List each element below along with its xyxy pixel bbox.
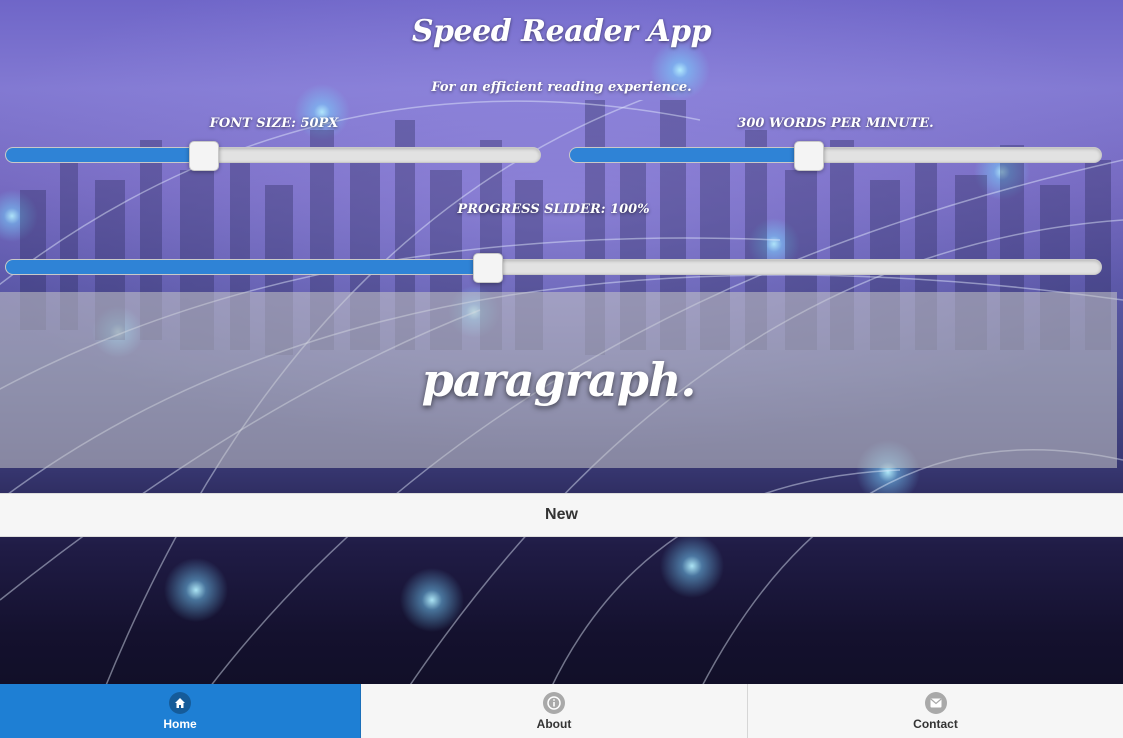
app-title: Speed Reader App — [411, 14, 712, 49]
bottom-navbar: Home About Contact — [0, 684, 1123, 738]
app-header: Speed Reader App — [0, 14, 1123, 49]
nav-item-contact[interactable]: Contact — [748, 684, 1123, 738]
home-icon — [169, 691, 191, 714]
progress-slider-thumb[interactable] — [472, 253, 503, 283]
app-subtitle: For an efficient reading experience. — [431, 80, 692, 95]
info-icon — [543, 691, 565, 714]
font-size-slider-fill — [6, 148, 204, 162]
wpm-label: 300 WORDS PER MINUTE. — [737, 116, 934, 131]
font-size-slider[interactable] — [5, 141, 541, 171]
word-display-panel: paragraph. — [0, 292, 1117, 468]
nav-home-label: Home — [163, 716, 197, 731]
progress-label: PROGRESS SLIDER: 100% — [457, 202, 650, 217]
nav-about-label: About — [536, 716, 572, 731]
font-size-label: FONT SIZE: 50PX — [209, 116, 339, 131]
progress-slider[interactable] — [5, 253, 1102, 283]
wpm-slider-fill — [570, 148, 809, 162]
wpm-slider-thumb[interactable] — [793, 141, 824, 171]
nav-item-about[interactable]: About — [361, 684, 748, 738]
new-button[interactable]: New — [0, 493, 1123, 537]
current-word: paragraph. — [421, 353, 697, 407]
font-size-slider-thumb[interactable] — [188, 141, 219, 171]
nav-contact-label: Contact — [913, 716, 958, 731]
nav-item-home[interactable]: Home — [0, 684, 361, 738]
progress-slider-fill — [6, 260, 488, 274]
mail-icon — [924, 691, 947, 714]
wpm-slider[interactable] — [569, 141, 1102, 171]
